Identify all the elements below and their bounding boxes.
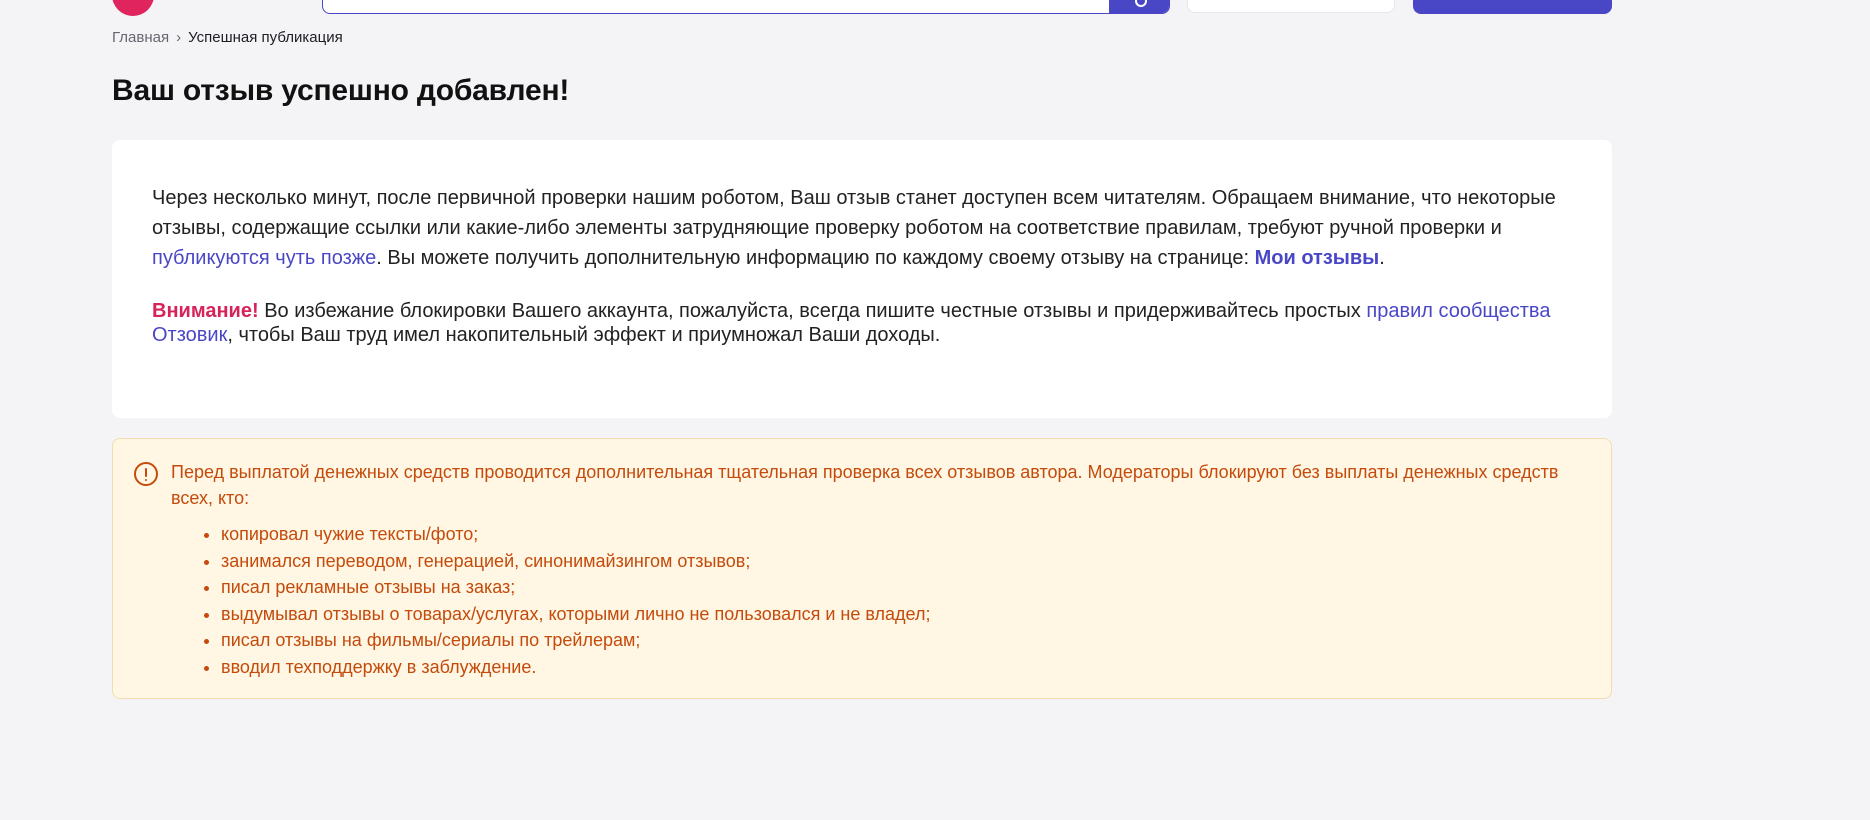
search-icon (1135, 0, 1147, 7)
attention-label: Внимание! (152, 300, 259, 322)
page-title: Ваш отзыв успешно добавлен! (112, 74, 570, 107)
warning-text: Перед выплатой денежных средств проводит… (171, 462, 1559, 508)
attention-text-2: , чтобы Ваш труд имел накопительный эффе… (227, 324, 941, 346)
attention-paragraph: Внимание! Во избежание блокировки Вашего… (152, 299, 1572, 347)
info-paragraph: Через несколько минут, после первичной п… (152, 183, 1572, 273)
attention-text-1: Во избежание блокировки Вашего аккаунта,… (258, 300, 1367, 322)
warning-list: копировал чужие тексты/фото; занимался п… (168, 521, 1571, 680)
user-menu[interactable] (1187, 0, 1395, 13)
breadcrumb-current: Успешная публикация (188, 29, 343, 46)
top-header (0, 0, 1870, 16)
site-logo[interactable] (112, 0, 154, 16)
info-text-1: Через несколько минут, после первичной п… (152, 187, 1556, 239)
my-reviews-link[interactable]: Мои отзывы (1255, 247, 1380, 269)
list-item: занимался переводом, генерацией, синоним… (221, 548, 1571, 575)
breadcrumb-home[interactable]: Главная (112, 29, 169, 46)
info-text-2: . Вы можете получить дополнительную инфо… (376, 247, 1255, 269)
add-review-button[interactable] (1413, 0, 1612, 14)
list-item: выдумывал отзывы о товарах/услугах, кото… (221, 601, 1571, 628)
published-later-link[interactable]: публикуются чуть позже (152, 247, 376, 269)
list-item: вводил техподдержку в заблуждение. (221, 654, 1571, 681)
search-button[interactable] (1109, 0, 1169, 13)
breadcrumb-separator: › (176, 29, 182, 46)
exclamation-circle-icon (134, 462, 158, 486)
breadcrumb: Главная › Успешная публикация (112, 29, 343, 46)
success-info-card: Через несколько минут, после первичной п… (112, 140, 1612, 418)
list-item: писал отзывы на фильмы/сериалы по трейле… (221, 627, 1571, 654)
list-item: писал рекламные отзывы на заказ; (221, 574, 1571, 601)
list-item: копировал чужие тексты/фото; (221, 521, 1571, 548)
search-input[interactable] (322, 0, 1170, 14)
payout-warning-box: Перед выплатой денежных средств проводит… (112, 438, 1612, 699)
info-text-end: . (1379, 247, 1385, 269)
